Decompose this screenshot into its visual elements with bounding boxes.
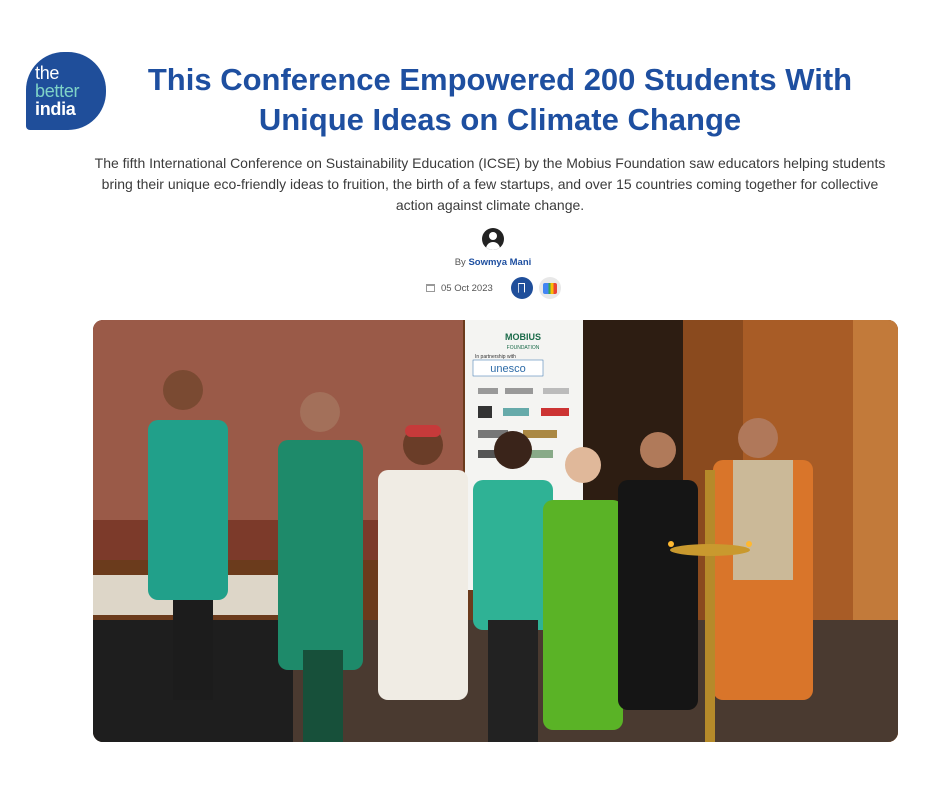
bookmark-button[interactable]: [510, 277, 533, 299]
banner-unesco-text: unesco: [490, 363, 525, 375]
banner-partner-text: In partnership with: [475, 354, 516, 360]
article-dek: The fifth International Conference on Su…: [94, 155, 886, 213]
author-link[interactable]: Sowmya Mani: [468, 257, 531, 268]
brand-logo[interactable]: the better india: [26, 52, 106, 130]
user-circle-icon: [482, 228, 504, 250]
logo-text-better: better: [35, 81, 80, 101]
google-news-icon: [542, 282, 557, 294]
byline-prefix: By: [454, 257, 466, 268]
bookmark-icon: [518, 283, 526, 293]
banner-mobius-logo: MOBIUS: [505, 332, 541, 342]
article-title: This Conference Empowered 200 Students W…: [147, 62, 853, 137]
hero-image: MOBIUS FOUNDATION In partnership with un…: [93, 320, 898, 742]
calendar-icon: [426, 284, 435, 292]
byline: By Sowmya Mani: [393, 257, 593, 268]
publish-date: 05 Oct 2023: [441, 282, 493, 294]
logo-text-the: the: [35, 63, 60, 83]
article-meta: 05 Oct 2023: [426, 276, 561, 300]
logo-text-india: india: [35, 99, 76, 119]
google-news-button[interactable]: [538, 277, 561, 299]
banner-foundation-text: FOUNDATION: [507, 345, 540, 351]
